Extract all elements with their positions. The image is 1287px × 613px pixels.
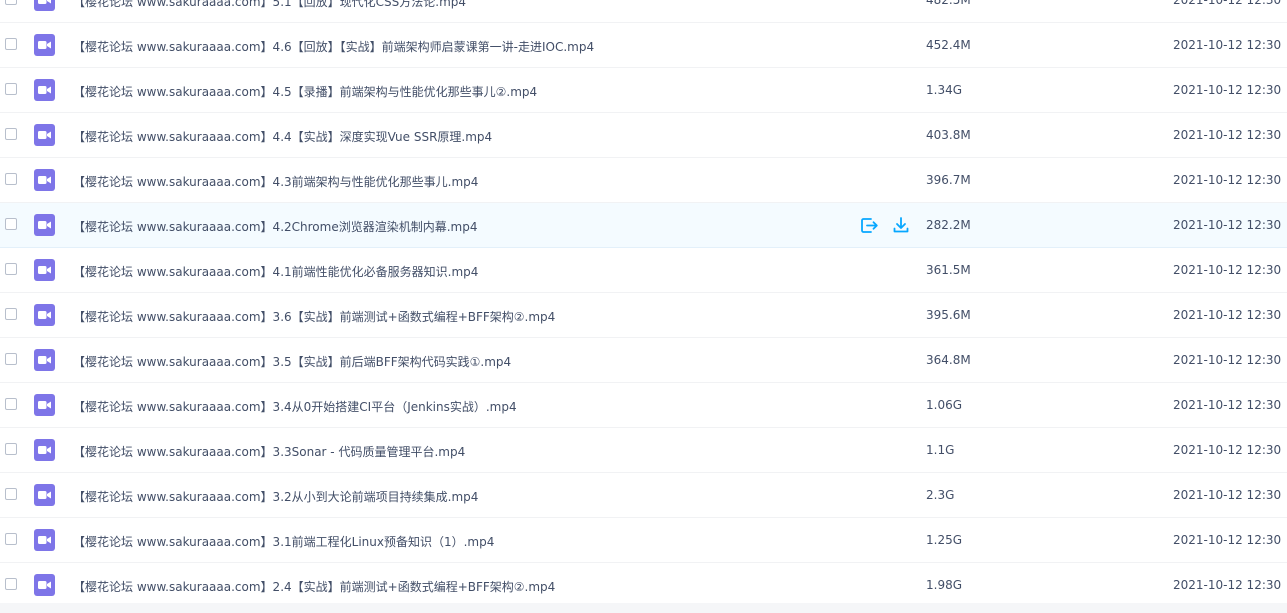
- row-checkbox[interactable]: [5, 488, 17, 500]
- video-file-icon: [34, 34, 55, 56]
- row-checkbox[interactable]: [5, 173, 17, 185]
- file-name[interactable]: 【樱花论坛 www.sakuraaaa.com】3.1前端工程化Linux预备知…: [73, 533, 494, 550]
- file-size: 1.1G: [926, 443, 955, 457]
- row-checkbox[interactable]: [5, 578, 17, 590]
- row-checkbox[interactable]: [5, 533, 17, 545]
- file-modified-time: 2021-10-12 12:30: [1173, 398, 1282, 412]
- file-modified-time: 2021-10-12 12:30: [1173, 533, 1282, 547]
- file-list: 【樱花论坛 www.sakuraaaa.com】5.1【回放】现代化CSS方法论…: [0, 0, 1287, 608]
- row-checkbox[interactable]: [5, 38, 17, 50]
- row-checkbox[interactable]: [5, 398, 17, 410]
- file-row[interactable]: 【樱花论坛 www.sakuraaaa.com】5.1【回放】现代化CSS方法论…: [0, 0, 1287, 23]
- row-checkbox[interactable]: [5, 218, 17, 230]
- row-checkbox[interactable]: [5, 443, 17, 455]
- file-row[interactable]: 【樱花论坛 www.sakuraaaa.com】4.5【录播】前端架构与性能优化…: [0, 68, 1287, 113]
- file-name[interactable]: 【樱花论坛 www.sakuraaaa.com】4.4【实战】深度实现Vue S…: [73, 128, 492, 145]
- video-file-icon: [34, 0, 55, 11]
- video-file-icon: [34, 394, 55, 416]
- file-row[interactable]: 【樱花论坛 www.sakuraaaa.com】3.2从小到大论前端项目持续集成…: [0, 473, 1287, 518]
- file-size: 1.25G: [926, 533, 963, 547]
- file-row[interactable]: 【樱花论坛 www.sakuraaaa.com】3.5【实战】前后端BFF架构代…: [0, 338, 1287, 383]
- file-size: 1.98G: [926, 578, 963, 592]
- file-name[interactable]: 【樱花论坛 www.sakuraaaa.com】4.5【录播】前端架构与性能优化…: [73, 83, 537, 100]
- video-file-icon: [34, 484, 55, 506]
- file-row[interactable]: 【樱花论坛 www.sakuraaaa.com】3.3Sonar - 代码质量管…: [0, 428, 1287, 473]
- file-row[interactable]: 【樱花论坛 www.sakuraaaa.com】4.3前端架构与性能优化那些事儿…: [0, 158, 1287, 203]
- file-size: 403.8M: [926, 128, 971, 142]
- bottom-bar: [0, 603, 1287, 613]
- file-size: 452.4M: [926, 38, 971, 52]
- file-size: 395.6M: [926, 308, 971, 322]
- file-name[interactable]: 【樱花论坛 www.sakuraaaa.com】3.4从0开始搭建CI平台（Je…: [73, 398, 517, 415]
- file-row[interactable]: 【樱花论坛 www.sakuraaaa.com】4.6【回放】【实战】前端架构师…: [0, 23, 1287, 68]
- video-file-icon: [34, 439, 55, 461]
- file-name[interactable]: 【樱花论坛 www.sakuraaaa.com】5.1【回放】现代化CSS方法论…: [73, 0, 466, 10]
- file-name[interactable]: 【樱花论坛 www.sakuraaaa.com】4.1前端性能优化必备服务器知识…: [73, 263, 478, 280]
- file-size: 396.7M: [926, 173, 971, 187]
- video-file-icon: [34, 79, 55, 101]
- file-modified-time: 2021-10-12 12:30: [1173, 0, 1282, 7]
- file-name[interactable]: 【樱花论坛 www.sakuraaaa.com】3.5【实战】前后端BFF架构代…: [73, 353, 511, 370]
- video-file-icon: [34, 259, 55, 281]
- file-name[interactable]: 【樱花论坛 www.sakuraaaa.com】4.3前端架构与性能优化那些事儿…: [73, 173, 478, 190]
- file-modified-time: 2021-10-12 12:30: [1173, 218, 1282, 232]
- video-file-icon: [34, 124, 55, 146]
- file-size: 482.5M: [926, 0, 971, 7]
- video-file-icon: [34, 304, 55, 326]
- video-file-icon: [34, 169, 55, 191]
- file-name[interactable]: 【樱花论坛 www.sakuraaaa.com】3.6【实战】前端测试+函数式编…: [73, 308, 555, 325]
- file-modified-time: 2021-10-12 12:30: [1173, 353, 1282, 367]
- file-size: 361.5M: [926, 263, 971, 277]
- video-file-icon: [34, 574, 55, 596]
- file-row[interactable]: 【樱花论坛 www.sakuraaaa.com】4.4【实战】深度实现Vue S…: [0, 113, 1287, 158]
- row-checkbox[interactable]: [5, 353, 17, 365]
- file-modified-time: 2021-10-12 12:30: [1173, 83, 1282, 97]
- file-name[interactable]: 【樱花论坛 www.sakuraaaa.com】2.4【实战】前端测试+函数式编…: [73, 578, 555, 595]
- file-name[interactable]: 【樱花论坛 www.sakuraaaa.com】4.6【回放】【实战】前端架构师…: [73, 38, 594, 55]
- file-modified-time: 2021-10-12 12:30: [1173, 488, 1282, 502]
- video-file-icon: [34, 214, 55, 236]
- file-modified-time: 2021-10-12 12:30: [1173, 263, 1282, 277]
- row-checkbox[interactable]: [5, 128, 17, 140]
- row-checkbox[interactable]: [5, 83, 17, 95]
- file-row[interactable]: 【樱花论坛 www.sakuraaaa.com】3.4从0开始搭建CI平台（Je…: [0, 383, 1287, 428]
- video-file-icon: [34, 349, 55, 371]
- file-row[interactable]: 【樱花论坛 www.sakuraaaa.com】4.2Chrome浏览器渲染机制…: [0, 203, 1287, 248]
- file-modified-time: 2021-10-12 12:30: [1173, 173, 1282, 187]
- file-size: 1.34G: [926, 83, 963, 97]
- file-row[interactable]: 【樱花论坛 www.sakuraaaa.com】4.1前端性能优化必备服务器知识…: [0, 248, 1287, 293]
- file-row[interactable]: 【樱花论坛 www.sakuraaaa.com】3.6【实战】前端测试+函数式编…: [0, 293, 1287, 338]
- row-actions: [859, 215, 919, 237]
- file-name[interactable]: 【樱花论坛 www.sakuraaaa.com】3.2从小到大论前端项目持续集成…: [73, 488, 478, 505]
- file-modified-time: 2021-10-12 12:30: [1173, 38, 1282, 52]
- share-icon[interactable]: [859, 215, 879, 235]
- file-row[interactable]: 【樱花论坛 www.sakuraaaa.com】2.4【实战】前端测试+函数式编…: [0, 563, 1287, 608]
- file-size: 364.8M: [926, 353, 971, 367]
- download-icon[interactable]: [891, 215, 911, 235]
- file-name[interactable]: 【樱花论坛 www.sakuraaaa.com】3.3Sonar - 代码质量管…: [73, 443, 465, 460]
- row-checkbox[interactable]: [5, 308, 17, 320]
- row-checkbox[interactable]: [5, 263, 17, 275]
- file-modified-time: 2021-10-12 12:30: [1173, 443, 1282, 457]
- file-name[interactable]: 【樱花论坛 www.sakuraaaa.com】4.2Chrome浏览器渲染机制…: [73, 218, 477, 235]
- file-modified-time: 2021-10-12 12:30: [1173, 578, 1282, 592]
- row-checkbox[interactable]: [5, 0, 17, 5]
- file-size: 1.06G: [926, 398, 963, 412]
- video-file-icon: [34, 529, 55, 551]
- file-size: 282.2M: [926, 218, 971, 232]
- file-size: 2.3G: [926, 488, 955, 502]
- file-modified-time: 2021-10-12 12:30: [1173, 128, 1282, 142]
- file-row[interactable]: 【樱花论坛 www.sakuraaaa.com】3.1前端工程化Linux预备知…: [0, 518, 1287, 563]
- file-modified-time: 2021-10-12 12:30: [1173, 308, 1282, 322]
